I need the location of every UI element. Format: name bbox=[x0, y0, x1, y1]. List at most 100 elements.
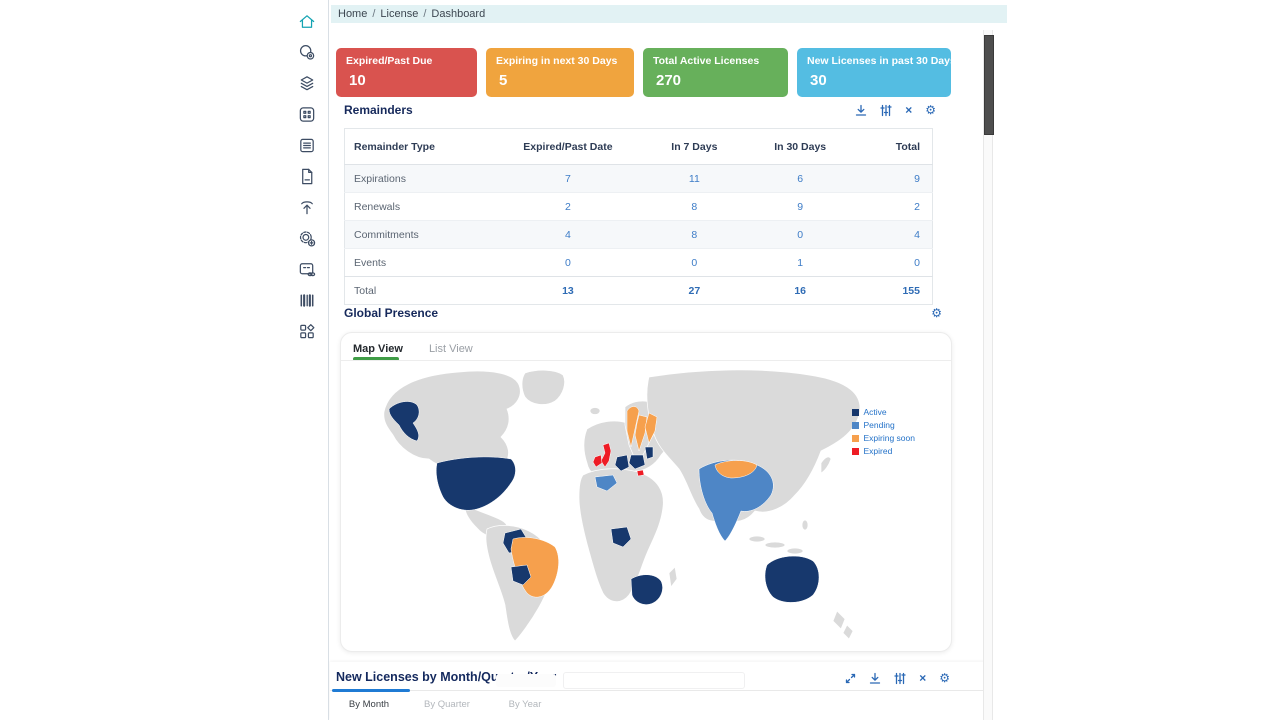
stat-card-total-active[interactable]: Total Active Licenses 270 bbox=[643, 48, 788, 97]
list-box-icon bbox=[297, 136, 317, 155]
stat-card-value: 5 bbox=[496, 72, 624, 89]
remainders-actions: × ⚙ bbox=[855, 104, 936, 117]
globe-badge-icon bbox=[297, 43, 317, 62]
filter-placeholder-chip bbox=[496, 674, 556, 687]
upload-icon bbox=[297, 198, 317, 217]
tab-by-year[interactable]: By Year bbox=[486, 691, 564, 710]
sidebar-item-layers[interactable] bbox=[297, 74, 317, 93]
sidebar-item-upload[interactable] bbox=[297, 198, 317, 217]
count-link[interactable]: 8 bbox=[644, 193, 744, 221]
sidebar-item-licenses[interactable] bbox=[297, 43, 317, 62]
sidebar-item-settings[interactable] bbox=[297, 229, 317, 248]
row-label: Expirations bbox=[345, 165, 492, 193]
column-header: In 7 Days bbox=[644, 129, 744, 165]
column-header: Remainder Type bbox=[345, 129, 492, 165]
count-link[interactable]: 9 bbox=[856, 165, 932, 193]
count-link[interactable]: 13 bbox=[492, 277, 645, 305]
sidebar-icon-column bbox=[286, 12, 328, 341]
stat-card-expired-past-due[interactable]: Expired/Past Due 10 bbox=[336, 48, 477, 97]
count-link[interactable]: 2 bbox=[856, 193, 932, 221]
column-header: Expired/Past Date bbox=[492, 129, 645, 165]
sidebar-item-documents[interactable] bbox=[297, 167, 317, 186]
map-legend: Active Pending Expiring soon Expired bbox=[852, 407, 915, 456]
legend-item-expiring-soon: Expiring soon bbox=[852, 433, 915, 443]
land-philippines bbox=[802, 520, 808, 530]
legend-item-pending: Pending bbox=[852, 420, 915, 430]
breadcrumb-home[interactable]: Home bbox=[338, 8, 367, 20]
tab-by-month[interactable]: By Month bbox=[330, 691, 408, 710]
count-link[interactable]: 0 bbox=[744, 221, 856, 249]
stat-card-label: Expiring in next 30 Days bbox=[496, 55, 624, 67]
new-licenses-panel: New Licenses by Month/Quarter/Year × ⚙ B… bbox=[330, 662, 990, 720]
count-link[interactable]: 0 bbox=[492, 249, 645, 277]
remainders-title: Remainders bbox=[344, 103, 413, 117]
global-presence-title: Global Presence bbox=[344, 306, 438, 320]
table-row-commitments: Commitments 4 8 0 4 bbox=[345, 221, 933, 249]
count-link[interactable]: 9 bbox=[744, 193, 856, 221]
stat-card-new-licenses[interactable]: New Licenses in past 30 Days 30 bbox=[797, 48, 951, 97]
count-link[interactable]: 2 bbox=[492, 193, 645, 221]
country-australia[interactable] bbox=[765, 556, 819, 602]
table-row-total: Total 13 27 16 155 bbox=[345, 277, 933, 305]
legend-label: Pending bbox=[863, 420, 894, 430]
download-icon bbox=[869, 672, 881, 685]
land-japan bbox=[821, 457, 831, 473]
scrollbar-thumb[interactable] bbox=[984, 35, 994, 135]
count-link[interactable]: 6 bbox=[744, 165, 856, 193]
count-link[interactable]: 11 bbox=[644, 165, 744, 193]
new-licenses-tabs: By Month By Quarter By Year bbox=[330, 690, 990, 710]
tab-map-view[interactable]: Map View bbox=[353, 343, 403, 355]
count-link[interactable]: 8 bbox=[644, 221, 744, 249]
stat-card-value: 270 bbox=[653, 72, 778, 89]
sidebar-item-home[interactable] bbox=[297, 12, 317, 31]
sidebar-item-barcode[interactable] bbox=[297, 291, 317, 310]
stat-cards-row: Expired/Past Due 10 Expiring in next 30 … bbox=[336, 48, 951, 97]
close-icon: × bbox=[919, 673, 926, 684]
vertical-scrollbar[interactable] bbox=[983, 30, 993, 720]
expand-button[interactable] bbox=[845, 672, 856, 685]
settings-button[interactable]: ⚙ bbox=[939, 672, 950, 685]
count-link[interactable]: 27 bbox=[644, 277, 744, 305]
settings-button[interactable]: ⚙ bbox=[931, 307, 942, 320]
count-link[interactable]: 0 bbox=[856, 249, 932, 277]
active-tab-indicator bbox=[332, 689, 410, 692]
sidebar-item-media[interactable] bbox=[297, 260, 317, 279]
count-link[interactable]: 0 bbox=[644, 249, 744, 277]
row-label: Commitments bbox=[345, 221, 492, 249]
global-presence-header: Global Presence ⚙ bbox=[344, 306, 942, 320]
stat-card-expiring-30-days[interactable]: Expiring in next 30 Days 5 bbox=[486, 48, 634, 97]
breadcrumb-license[interactable]: License bbox=[380, 8, 418, 20]
country-united-states[interactable] bbox=[436, 457, 515, 510]
tab-by-quarter[interactable]: By Quarter bbox=[408, 691, 486, 710]
count-link[interactable]: 16 bbox=[744, 277, 856, 305]
tab-list-view[interactable]: List View bbox=[429, 343, 473, 355]
stat-card-value: 30 bbox=[807, 72, 941, 89]
chart-filter-input[interactable] bbox=[563, 672, 745, 689]
country-hungary-region[interactable] bbox=[637, 470, 644, 476]
settings-button[interactable]: ⚙ bbox=[925, 104, 936, 117]
download-icon bbox=[855, 104, 867, 117]
filter-button[interactable] bbox=[880, 104, 892, 117]
new-licenses-actions: × ⚙ bbox=[845, 672, 950, 685]
keypad-grid-icon bbox=[297, 105, 317, 124]
download-button[interactable] bbox=[869, 672, 881, 685]
filter-button[interactable] bbox=[894, 672, 906, 685]
count-link[interactable]: 7 bbox=[492, 165, 645, 193]
count-link[interactable]: 4 bbox=[492, 221, 645, 249]
download-button[interactable] bbox=[855, 104, 867, 117]
close-button[interactable]: × bbox=[919, 672, 926, 685]
land-iceland bbox=[590, 408, 600, 415]
sidebar-item-lists[interactable] bbox=[297, 136, 317, 155]
sidebar-item-apps[interactable] bbox=[297, 105, 317, 124]
close-button[interactable]: × bbox=[905, 104, 912, 117]
table-row-renewals: Renewals 2 8 9 2 bbox=[345, 193, 933, 221]
legend-swatch-pending bbox=[852, 422, 859, 429]
country-south-africa[interactable] bbox=[631, 575, 663, 605]
legend-label: Expiring soon bbox=[863, 433, 915, 443]
world-map[interactable]: Active Pending Expiring soon Expired bbox=[359, 367, 941, 644]
count-link[interactable]: 1 bbox=[744, 249, 856, 277]
count-link[interactable]: 4 bbox=[856, 221, 932, 249]
count-link[interactable]: 155 bbox=[856, 277, 932, 305]
sidebar-item-modules[interactable] bbox=[297, 322, 317, 341]
modules-grid-icon bbox=[297, 322, 317, 341]
